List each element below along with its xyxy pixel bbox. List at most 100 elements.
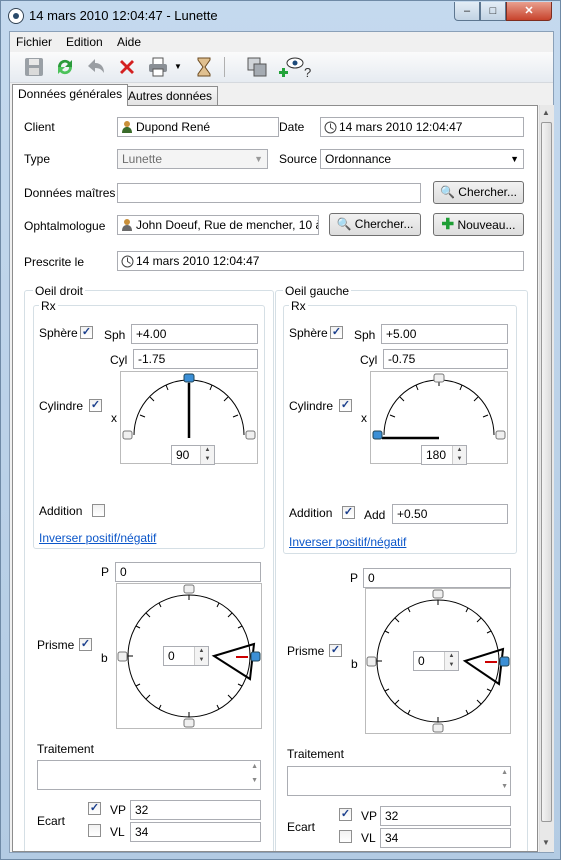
master-data-field[interactable]	[117, 183, 421, 203]
save-icon[interactable]	[23, 56, 45, 78]
right-prism-checkbox[interactable]: ✓	[79, 638, 92, 651]
application-window: 14 mars 2010 12:04:47 - Lunette – □ ✕ Fi…	[0, 0, 561, 860]
left-sphere-label: Sphère	[289, 326, 328, 340]
right-cyl-field[interactable]: -1.75	[133, 349, 258, 369]
svg-text:?: ?	[304, 65, 311, 78]
refresh-icon[interactable]	[54, 56, 76, 78]
right-vl-field[interactable]: 34	[130, 822, 261, 842]
date-field[interactable]: 14 mars 2010 12:04:47	[320, 117, 524, 137]
search-ophtalmologist-button[interactable]: 🔍 Chercher...	[329, 213, 421, 236]
right-vp-label: VP	[110, 803, 127, 817]
add-icon: ✚	[441, 216, 455, 233]
source-combo[interactable]: Ordonnance ▼	[320, 149, 524, 169]
minimize-button[interactable]: –	[454, 2, 480, 21]
left-b-spinner[interactable]: 0 ▲ ▼	[413, 651, 459, 671]
left-add-field[interactable]: +0.50	[392, 504, 508, 524]
right-addition-checkbox[interactable]	[92, 504, 105, 517]
new-ophtalmologist-button[interactable]: ✚ Nouveau...	[433, 213, 524, 236]
left-addition-checkbox[interactable]: ✓	[342, 506, 355, 519]
undo-icon[interactable]	[85, 56, 107, 78]
left-vp-field[interactable]: 32	[380, 806, 511, 826]
left-sphere-checkbox[interactable]: ✓	[330, 326, 343, 339]
type-combo[interactable]: Lunette ▼	[117, 149, 268, 169]
left-sph-field[interactable]: +5.00	[381, 324, 508, 344]
spin-up-icon[interactable]: ▲	[200, 446, 214, 455]
hourglass-icon[interactable]	[193, 56, 215, 78]
left-cylinder-label: Cylindre	[289, 399, 334, 413]
client-value: Dupond René	[136, 120, 211, 134]
spin-down-icon[interactable]: ▼	[200, 455, 214, 464]
source-label: Source	[279, 152, 318, 166]
spin-down-icon[interactable]: ▼	[444, 661, 458, 670]
search-icon: 🔍	[336, 217, 352, 231]
right-vp-checkbox[interactable]: ✓	[88, 802, 101, 815]
right-treatment-field[interactable]: ▲ ▼	[37, 760, 261, 790]
left-vl-label: VL	[361, 831, 376, 845]
ophtalmologist-value: John Doeuf, Rue de mencher, 10 à	[136, 218, 319, 232]
right-p-label: P	[101, 565, 110, 579]
search-master-button[interactable]: 🔍 Chercher...	[433, 181, 524, 204]
right-sphere-checkbox[interactable]: ✓	[80, 326, 93, 339]
left-treatment-field[interactable]: ▲ ▼	[287, 766, 511, 796]
maximize-button[interactable]: □	[480, 2, 506, 21]
prescribed-date-field[interactable]: 14 mars 2010 12:04:47	[117, 251, 524, 271]
add-eye-help-icon[interactable]: ?	[277, 56, 317, 78]
menu-edition[interactable]: Edition	[66, 35, 103, 49]
left-b-value: 0	[418, 654, 425, 668]
ophtalmologist-field[interactable]: John Doeuf, Rue de mencher, 10 à	[117, 215, 319, 235]
left-cyl-field[interactable]: -0.75	[383, 349, 508, 369]
spin-up-icon[interactable]: ▲	[194, 647, 208, 656]
scroll-up-icon[interactable]: ▲	[251, 763, 258, 770]
spin-down-icon[interactable]: ▼	[194, 656, 208, 665]
menu-fichier[interactable]: Fichier	[16, 35, 52, 49]
scroll-down-icon[interactable]: ▼	[501, 783, 508, 790]
right-axis-label: x	[111, 411, 117, 425]
left-add-label: Add	[364, 508, 386, 522]
scrollbar-thumb[interactable]	[541, 122, 552, 822]
scroll-down-icon[interactable]: ▼	[251, 777, 258, 784]
right-b-spinner[interactable]: 0 ▲ ▼	[163, 646, 209, 666]
chevron-down-icon: ▼	[254, 154, 263, 164]
spin-up-icon[interactable]: ▲	[452, 446, 466, 455]
delete-icon[interactable]	[116, 56, 138, 78]
tab-donnees-generales[interactable]: Données générales	[12, 84, 129, 106]
scroll-down-icon[interactable]: ▼	[542, 838, 550, 847]
right-vl-checkbox[interactable]	[88, 824, 101, 837]
right-invert-link[interactable]: Inverser positif/négatif	[39, 531, 156, 545]
spin-down-icon[interactable]: ▼	[452, 455, 466, 464]
date-label: Date	[279, 120, 305, 134]
left-vl-checkbox[interactable]	[339, 830, 352, 843]
toolbar-separator	[224, 57, 225, 77]
left-vl-field[interactable]: 34	[380, 828, 511, 848]
close-button[interactable]: ✕	[506, 2, 552, 21]
right-vp-field[interactable]: 32	[130, 800, 261, 820]
right-axis-spinner[interactable]: 90 ▲ ▼	[171, 445, 215, 465]
window-client: Fichier Edition Aide ▼ ? Données général…	[9, 31, 554, 853]
title-bar[interactable]: 14 mars 2010 12:04:47 - Lunette – □ ✕	[1, 1, 560, 31]
client-field[interactable]: Dupond René	[117, 117, 279, 137]
print-icon[interactable]	[147, 56, 169, 78]
right-rx-title: Rx	[39, 299, 58, 313]
left-axis-spinner[interactable]: 180 ▲ ▼	[421, 445, 467, 465]
menu-aide[interactable]: Aide	[117, 35, 141, 49]
right-axis-value: 90	[176, 448, 190, 462]
left-invert-link[interactable]: Inverser positif/négatif	[289, 535, 406, 549]
left-vp-checkbox[interactable]: ✓	[339, 808, 352, 821]
scroll-up-icon[interactable]: ▲	[501, 769, 508, 776]
left-cylinder-checkbox[interactable]: ✓	[339, 399, 352, 412]
left-b-label: b	[351, 657, 358, 671]
left-prism-checkbox[interactable]: ✓	[329, 644, 342, 657]
duplicate-icon[interactable]	[246, 56, 268, 78]
right-prism-label: Prisme	[37, 638, 75, 652]
left-p-field[interactable]: 0	[363, 568, 511, 588]
left-prism-label: Prisme	[287, 644, 325, 658]
right-sph-field[interactable]: +4.00	[131, 324, 258, 344]
spin-up-icon[interactable]: ▲	[444, 652, 458, 661]
scroll-up-icon[interactable]: ▲	[542, 108, 550, 117]
tab-autres-donnees[interactable]: Autres données	[122, 86, 219, 106]
right-p-field[interactable]: 0	[115, 562, 261, 582]
vertical-scrollbar[interactable]: ▲ ▼	[539, 105, 554, 852]
right-sph-label: Sph	[104, 328, 126, 342]
right-cylinder-checkbox[interactable]: ✓	[89, 399, 102, 412]
print-dropdown-chevron-down-icon[interactable]: ▼	[174, 62, 182, 71]
